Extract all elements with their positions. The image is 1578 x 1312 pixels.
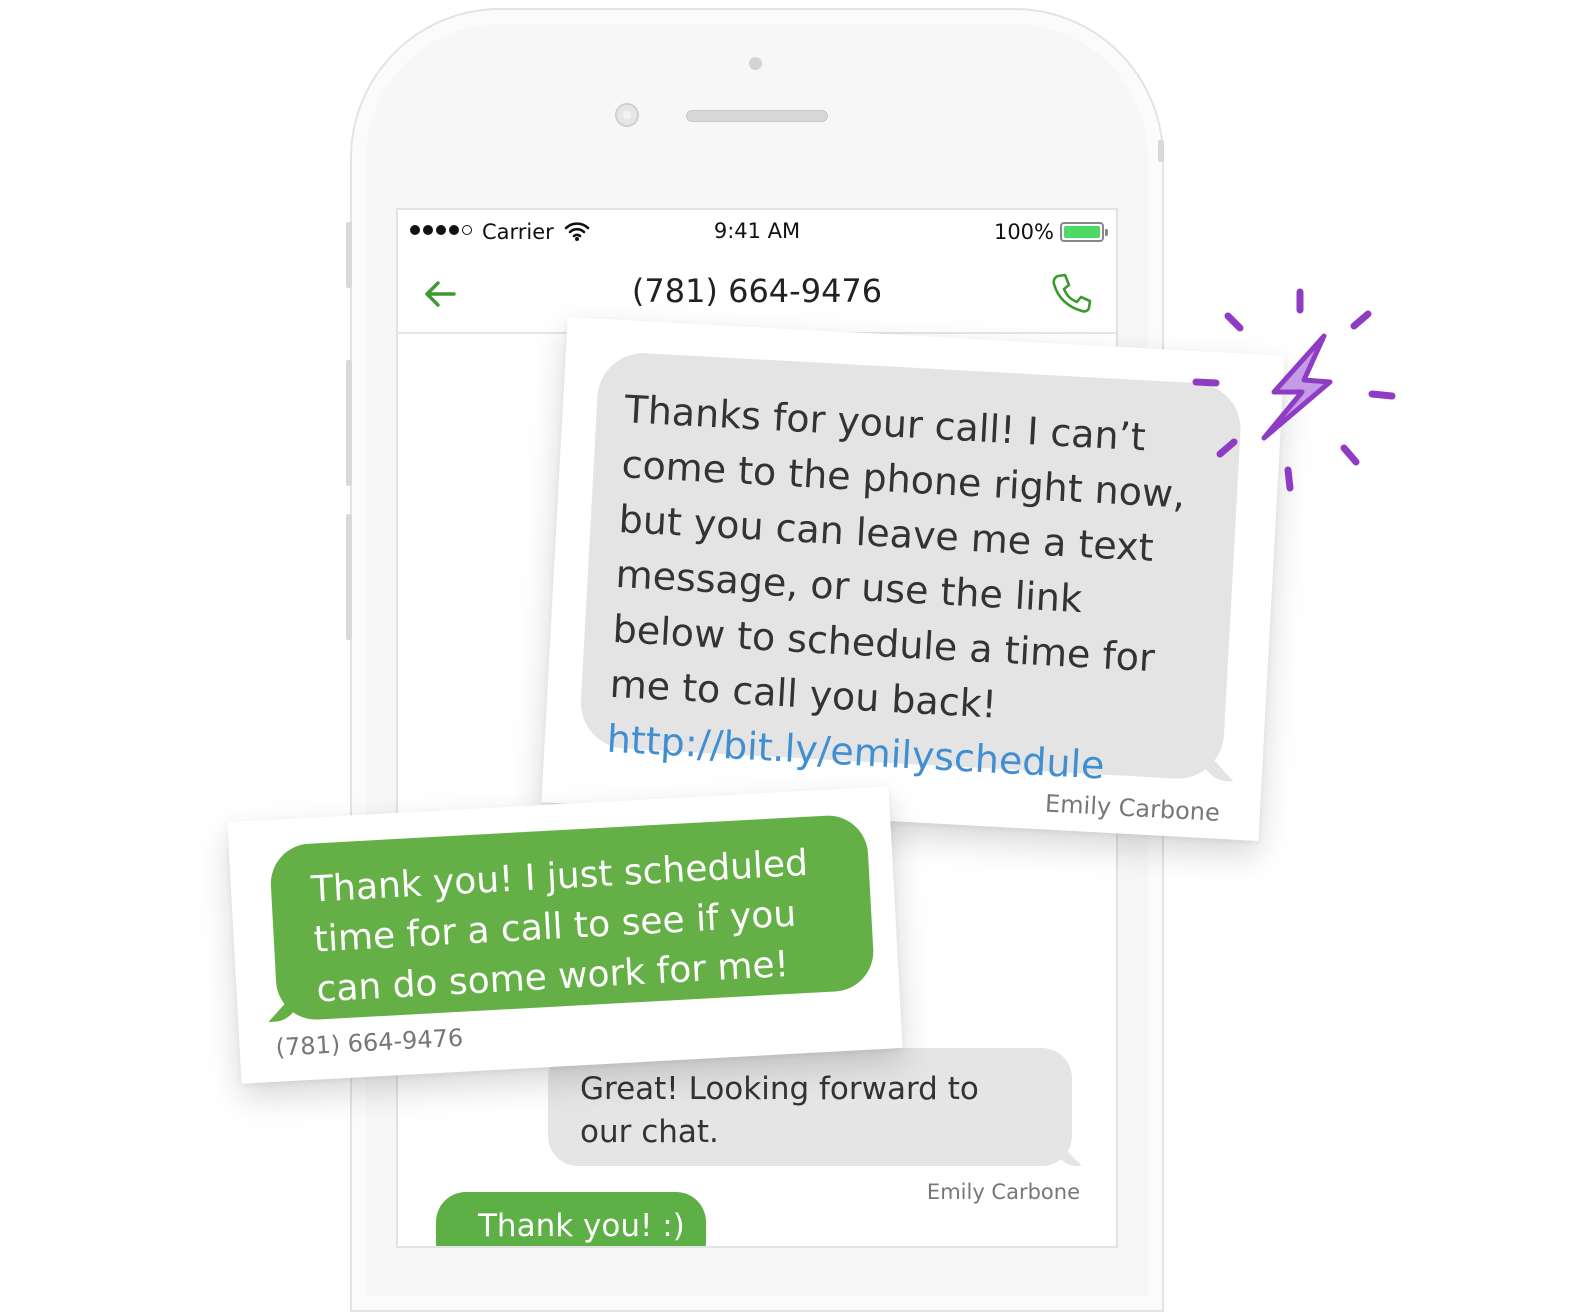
customer-reply-sender: (781) 664-9476: [274, 1023, 464, 1062]
auto-reply-message-card: Thanks for your call! I can’t come to th…: [541, 316, 1285, 842]
customer-reply-bubble: Thank you! I just scheduled time for a c…: [268, 813, 876, 1022]
proximity-sensor: [749, 57, 762, 70]
phone-volume-down: [346, 514, 352, 640]
contact-phone-number: (781) 664-9476: [631, 272, 883, 310]
lightning-bolt-icon: [1192, 288, 1396, 492]
battery-icon: [1060, 222, 1108, 242]
schedule-link[interactable]: http://bit.ly/emilyschedule: [605, 712, 1193, 799]
phone-power-button: [1158, 140, 1164, 162]
customer-reply-message-card: Thank you! I just scheduled time for a c…: [227, 786, 903, 1084]
conversation-header: (781) 664-9476: [398, 258, 1116, 334]
auto-reply-bubble: Thanks for your call! I can’t come to th…: [578, 350, 1243, 788]
outgoing-message-bubble: Thank you! :): [436, 1192, 706, 1246]
incoming-sender-name: Emily Carbone: [926, 1180, 1080, 1204]
auto-reply-sender: Emily Carbone: [1044, 789, 1221, 827]
front-camera: [615, 103, 639, 127]
phone-mute-switch: [346, 222, 352, 288]
auto-reply-text: Thanks for your call! I can’t come to th…: [608, 387, 1187, 727]
battery-percentage: 100%: [993, 220, 1054, 244]
earpiece-speaker: [686, 110, 828, 122]
incoming-message-bubble: Great! Looking forward to our chat.: [548, 1048, 1072, 1166]
phone-volume-up: [346, 360, 352, 486]
phone-icon[interactable]: [1048, 270, 1094, 316]
status-bar: Carrier 9:41 AM 100%: [398, 210, 1116, 258]
